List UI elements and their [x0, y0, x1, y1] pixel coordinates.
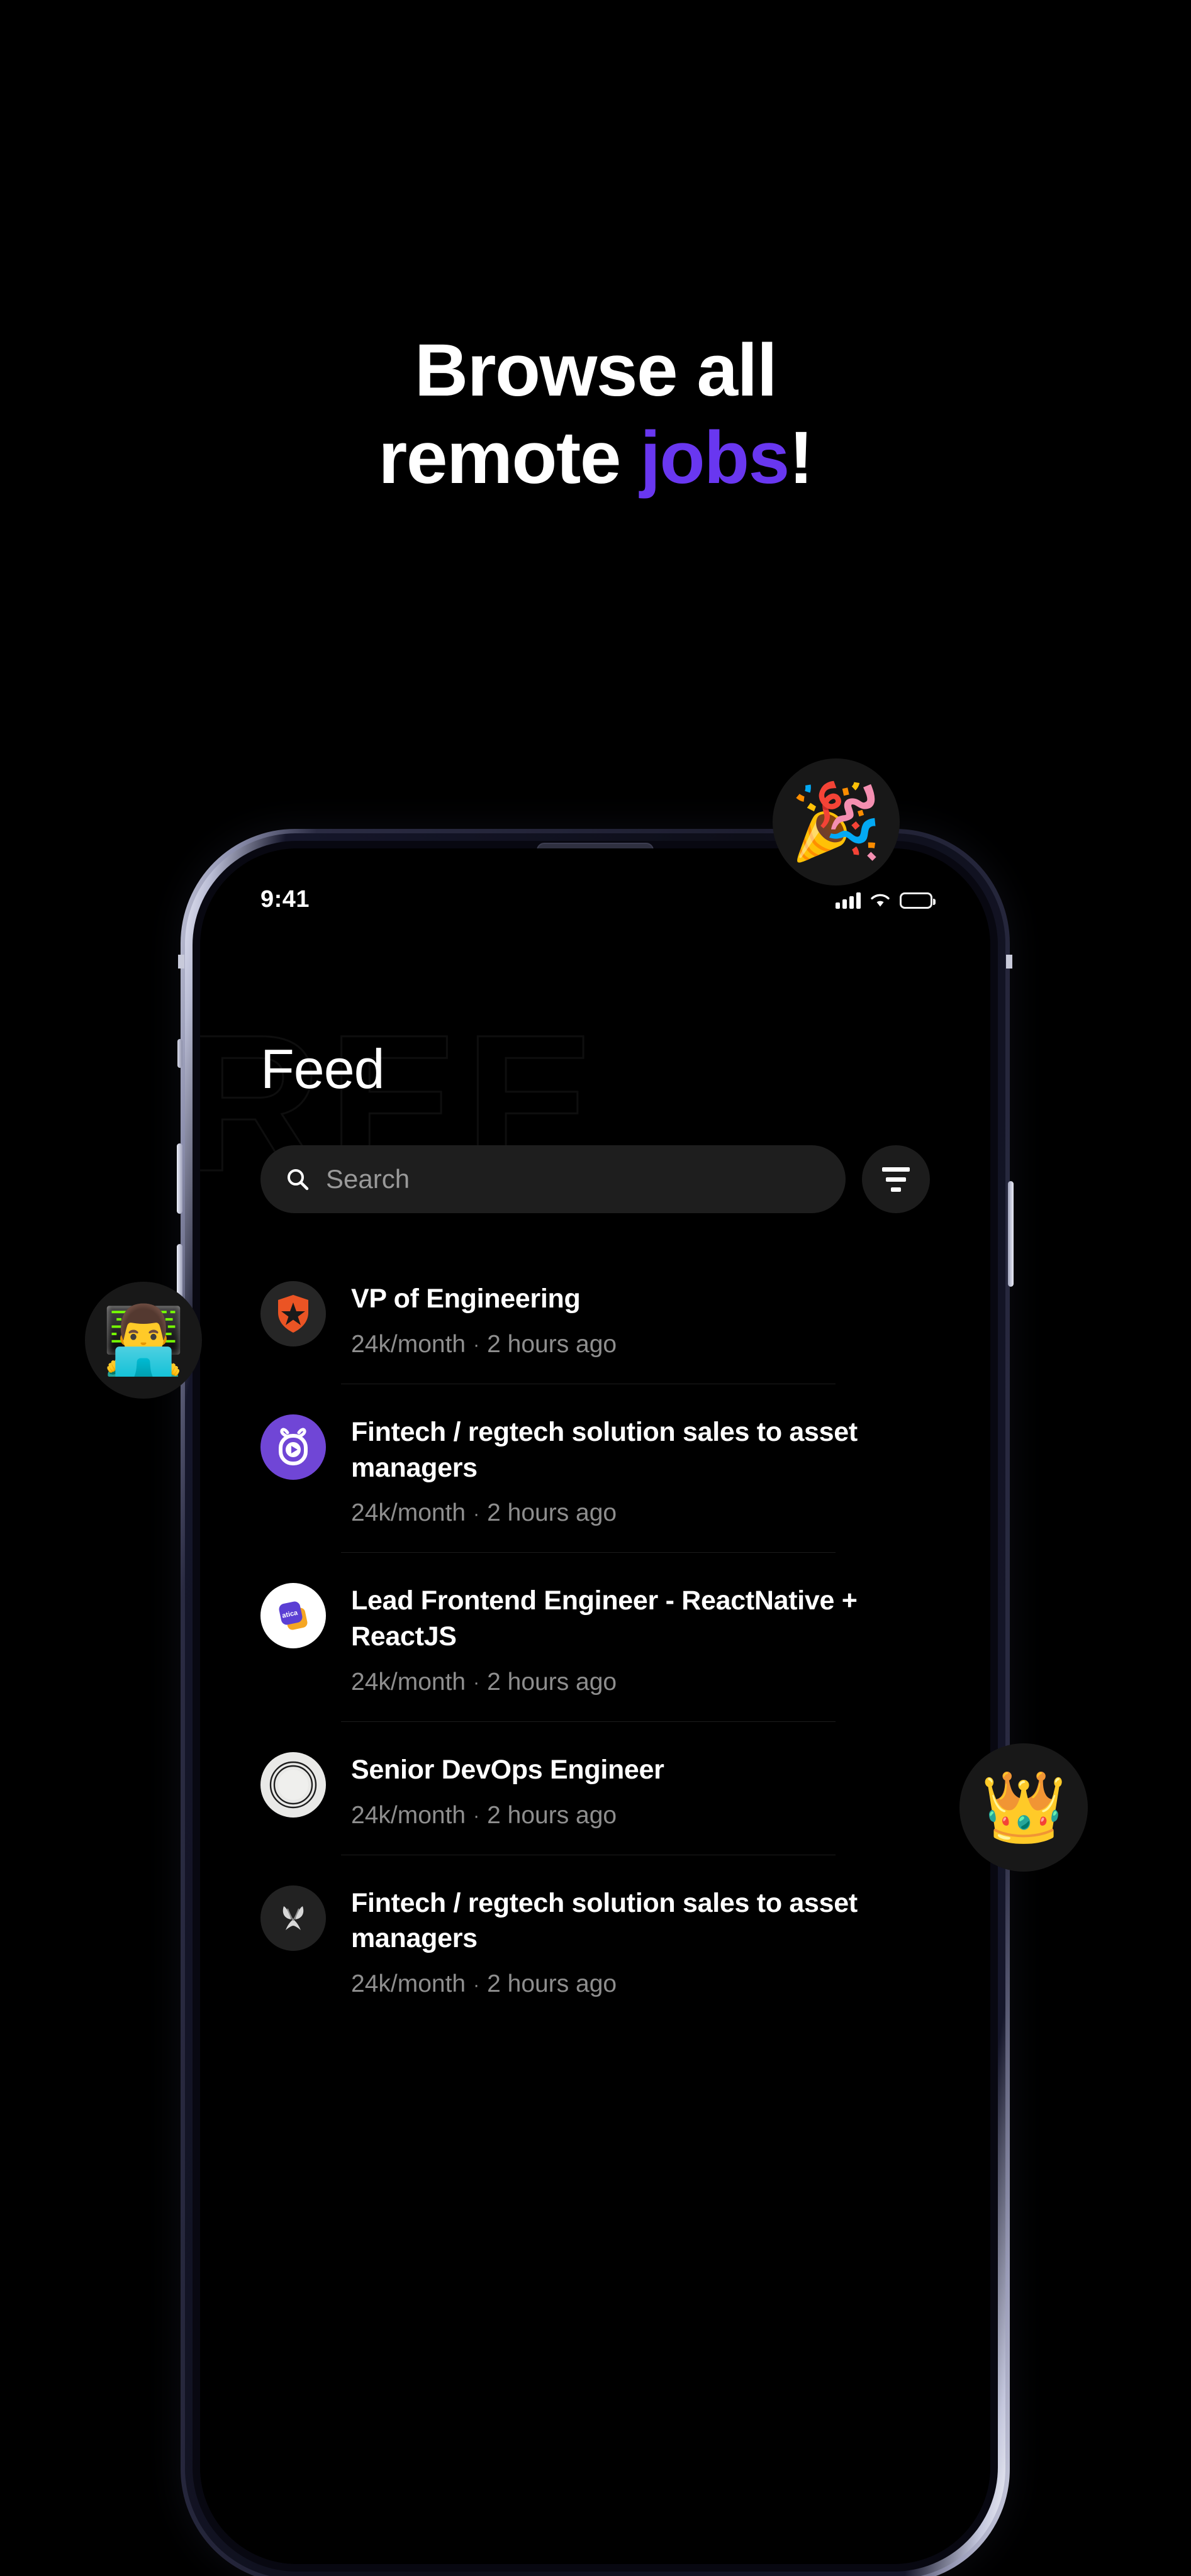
job-meta-separator: ·: [473, 1806, 480, 1827]
volume-up-button[interactable]: [177, 1143, 182, 1214]
phone-mockup: REE 9:41 Feed Search VP of Engineering 2…: [177, 829, 1014, 2576]
job-body: VP of Engineering 24k/month · 2 hours ago: [351, 1279, 930, 1358]
crown-badge: 👑: [959, 1743, 1088, 1872]
antenna-band-right: [1006, 955, 1012, 969]
crown-icon: 👑: [980, 1768, 1067, 1846]
job-salary: 24k/month: [351, 1668, 466, 1696]
concentric-rings-logo-icon: [260, 1752, 326, 1818]
page-title: Feed: [260, 1038, 385, 1100]
job-meta: 24k/month · 2 hours ago: [351, 1668, 930, 1696]
search-input[interactable]: Search: [260, 1145, 846, 1213]
search-placeholder-text: Search: [326, 1164, 410, 1194]
power-button[interactable]: [1008, 1181, 1014, 1287]
antenna-band-left: [178, 955, 184, 969]
filter-icon-bar-2: [886, 1177, 906, 1182]
headline-prefix: remote: [378, 416, 640, 500]
job-posted-time: 2 hours ago: [487, 1668, 617, 1696]
man-technologist-icon: 👨‍💻: [102, 1303, 185, 1377]
job-meta: 24k/month · 2 hours ago: [351, 1499, 930, 1527]
headline-line-2: remote jobs!: [0, 414, 1191, 502]
job-title: Fintech / regtech solution sales to asse…: [351, 1887, 858, 1954]
filter-button[interactable]: [862, 1145, 930, 1213]
list-item[interactable]: Fintech / regtech solution sales to asse…: [260, 1384, 930, 1553]
job-meta-separator: ·: [473, 1335, 480, 1356]
job-salary: 24k/month: [351, 1499, 466, 1527]
job-meta: 24k/month · 2 hours ago: [351, 1331, 930, 1358]
list-item[interactable]: Fintech / regtech solution sales to asse…: [260, 1855, 930, 2024]
search-row: Search: [260, 1145, 930, 1213]
list-item[interactable]: Senior DevOps Engineer 24k/month · 2 hours…: [260, 1722, 930, 1855]
mute-switch-button[interactable]: [177, 1039, 182, 1068]
job-salary: 24k/month: [351, 1330, 466, 1358]
phone-screen: REE 9:41 Feed Search VP of Engineering 2…: [200, 848, 990, 2564]
job-title: Senior DevOps Engineer: [351, 1754, 664, 1785]
headline-line-1: Browse all: [414, 329, 778, 412]
job-salary: 24k/month: [351, 1801, 466, 1829]
job-meta: 24k/month · 2 hours ago: [351, 1802, 930, 1829]
display-notch: [444, 848, 746, 897]
filter-icon-bar-3: [891, 1187, 901, 1192]
job-title: Fintech / regtech solution sales to asse…: [351, 1416, 858, 1483]
job-meta-separator: ·: [473, 1974, 480, 1996]
auth0-shield-logo-icon: [260, 1281, 326, 1346]
job-posted-time: 2 hours ago: [487, 1801, 617, 1829]
party-popper-badge: 🎉: [773, 758, 900, 886]
job-meta-separator: ·: [473, 1672, 480, 1694]
job-title: VP of Engineering: [351, 1284, 581, 1314]
job-body: Fintech / regtech solution sales to asse…: [351, 1883, 930, 1999]
job-posted-time: 2 hours ago: [487, 1970, 617, 1997]
butterfly-leaf-logo-icon: [260, 1885, 326, 1951]
job-title: Lead Frontend Engineer - ReactNative + R…: [351, 1585, 858, 1652]
job-body: Fintech / regtech solution sales to asse…: [351, 1412, 930, 1528]
job-meta: 24k/month · 2 hours ago: [351, 1970, 930, 1998]
list-bottom-fade: [200, 2174, 990, 2564]
purple-berry-play-logo-icon: [260, 1414, 326, 1480]
job-posted-time: 2 hours ago: [487, 1330, 617, 1358]
job-salary: 24k/month: [351, 1970, 466, 1997]
party-popper-icon: 🎉: [790, 780, 883, 863]
list-item[interactable]: atica Lead Frontend Engineer - ReactNati…: [260, 1553, 930, 1721]
headline-suffix: !: [788, 416, 814, 500]
job-meta-separator: ·: [473, 1503, 480, 1524]
app-content: Feed Search VP of Engineering 24k/month …: [200, 848, 990, 2564]
filter-icon-bar-1: [882, 1167, 910, 1172]
atica-squares-logo-icon: atica: [260, 1583, 326, 1649]
page-headline: Browse all remote jobs!: [0, 327, 1191, 502]
headline-accent-word: jobs: [640, 416, 790, 500]
job-body: Senior DevOps Engineer 24k/month · 2 hours…: [351, 1750, 930, 1829]
list-item[interactable]: VP of Engineering 24k/month · 2 hours ago: [260, 1251, 930, 1384]
search-icon: [286, 1167, 310, 1191]
man-technologist-badge: 👨‍💻: [85, 1282, 202, 1399]
job-body: Lead Frontend Engineer - ReactNative + R…: [351, 1580, 930, 1696]
job-posted-time: 2 hours ago: [487, 1499, 617, 1527]
job-list: VP of Engineering 24k/month · 2 hours ago: [260, 1251, 930, 2023]
